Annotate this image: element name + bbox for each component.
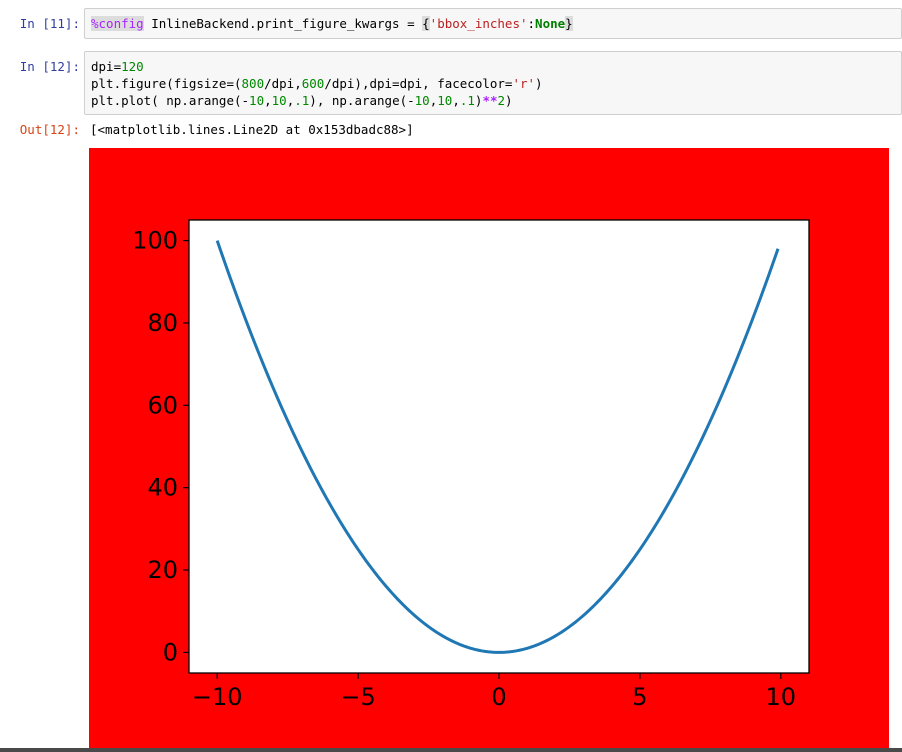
code-token: 10 [271, 93, 287, 108]
code-token: %config [91, 16, 144, 31]
x-tick-label: 10 [766, 683, 797, 711]
code-token: plt.figure(figsize=( [91, 76, 242, 91]
code-cell-12[interactable]: In [12]: dpi=120 plt.figure(figsize=(800… [0, 51, 902, 115]
matplotlib-figure: −10 −5 0 5 10 0 20 40 60 80 100 [89, 148, 889, 748]
code-cell-11[interactable]: In [11]: %config InlineBackend.print_fig… [0, 8, 902, 40]
code-token: ** [482, 93, 498, 108]
code-token: 600 [301, 76, 325, 91]
code-token: 800 [241, 76, 265, 91]
code-token: 'bbox_inches' [429, 16, 528, 31]
code-token: 10 [249, 93, 265, 108]
input-prompt: In [12]: [19, 59, 80, 74]
y-tick-label: 20 [147, 556, 178, 584]
code-token: 2 [497, 93, 506, 108]
code-token: 10 [437, 93, 453, 108]
y-tick-label: 40 [147, 474, 178, 502]
code-token: dpi= [91, 59, 122, 74]
page-bottom-divider [0, 748, 902, 752]
output-prompt: Out[12]: [19, 122, 80, 137]
code-text: dpi=120 plt.figure(figsize=(800/dpi,600/… [91, 58, 895, 109]
x-tick-label: −10 [192, 683, 243, 711]
output-text: [<matplotlib.lines.Line2D at 0x153dbadc8… [90, 122, 414, 137]
code-token: 120 [121, 59, 144, 74]
code-input-area[interactable]: dpi=120 plt.figure(figsize=(800/dpi,600/… [84, 51, 902, 115]
x-tick-label: 5 [632, 683, 647, 711]
code-token: InlineBackend.print_figure_kwargs = [143, 16, 423, 31]
code-token: , [452, 93, 460, 108]
y-tick-label: 100 [132, 227, 178, 255]
code-token: /dpi, [264, 76, 302, 91]
y-tick-label: 60 [147, 391, 178, 419]
code-token: 10 [414, 93, 430, 108]
code-token: .1 [459, 93, 475, 108]
code-token: ) [535, 76, 543, 91]
code-token: } [565, 16, 573, 31]
x-tick-label: −5 [340, 683, 375, 711]
code-token: .1 [294, 93, 310, 108]
code-token: /dpi),dpi=dpi, facecolor= [324, 76, 513, 91]
code-token: 'r' [512, 76, 536, 91]
code-input-area[interactable]: %config InlineBackend.print_figure_kwarg… [84, 8, 902, 39]
axes-background [189, 220, 809, 673]
code-token: plt.plot( np.arange(- [91, 93, 250, 108]
code-token: , [264, 93, 272, 108]
code-token: None [535, 16, 566, 31]
code-token: ), np.arange(- [309, 93, 415, 108]
code-token: { [422, 16, 430, 31]
x-tick-label: 0 [491, 683, 506, 711]
code-token: : [527, 16, 536, 31]
y-tick-label: 80 [147, 309, 178, 337]
line-chart: −10 −5 0 5 10020406080100 [132, 219, 810, 711]
y-tick-label: 0 [163, 638, 178, 666]
code-token: ) [505, 93, 513, 108]
code-text: %config InlineBackend.print_figure_kwarg… [91, 15, 895, 32]
input-prompt: In [11]: [19, 16, 80, 31]
